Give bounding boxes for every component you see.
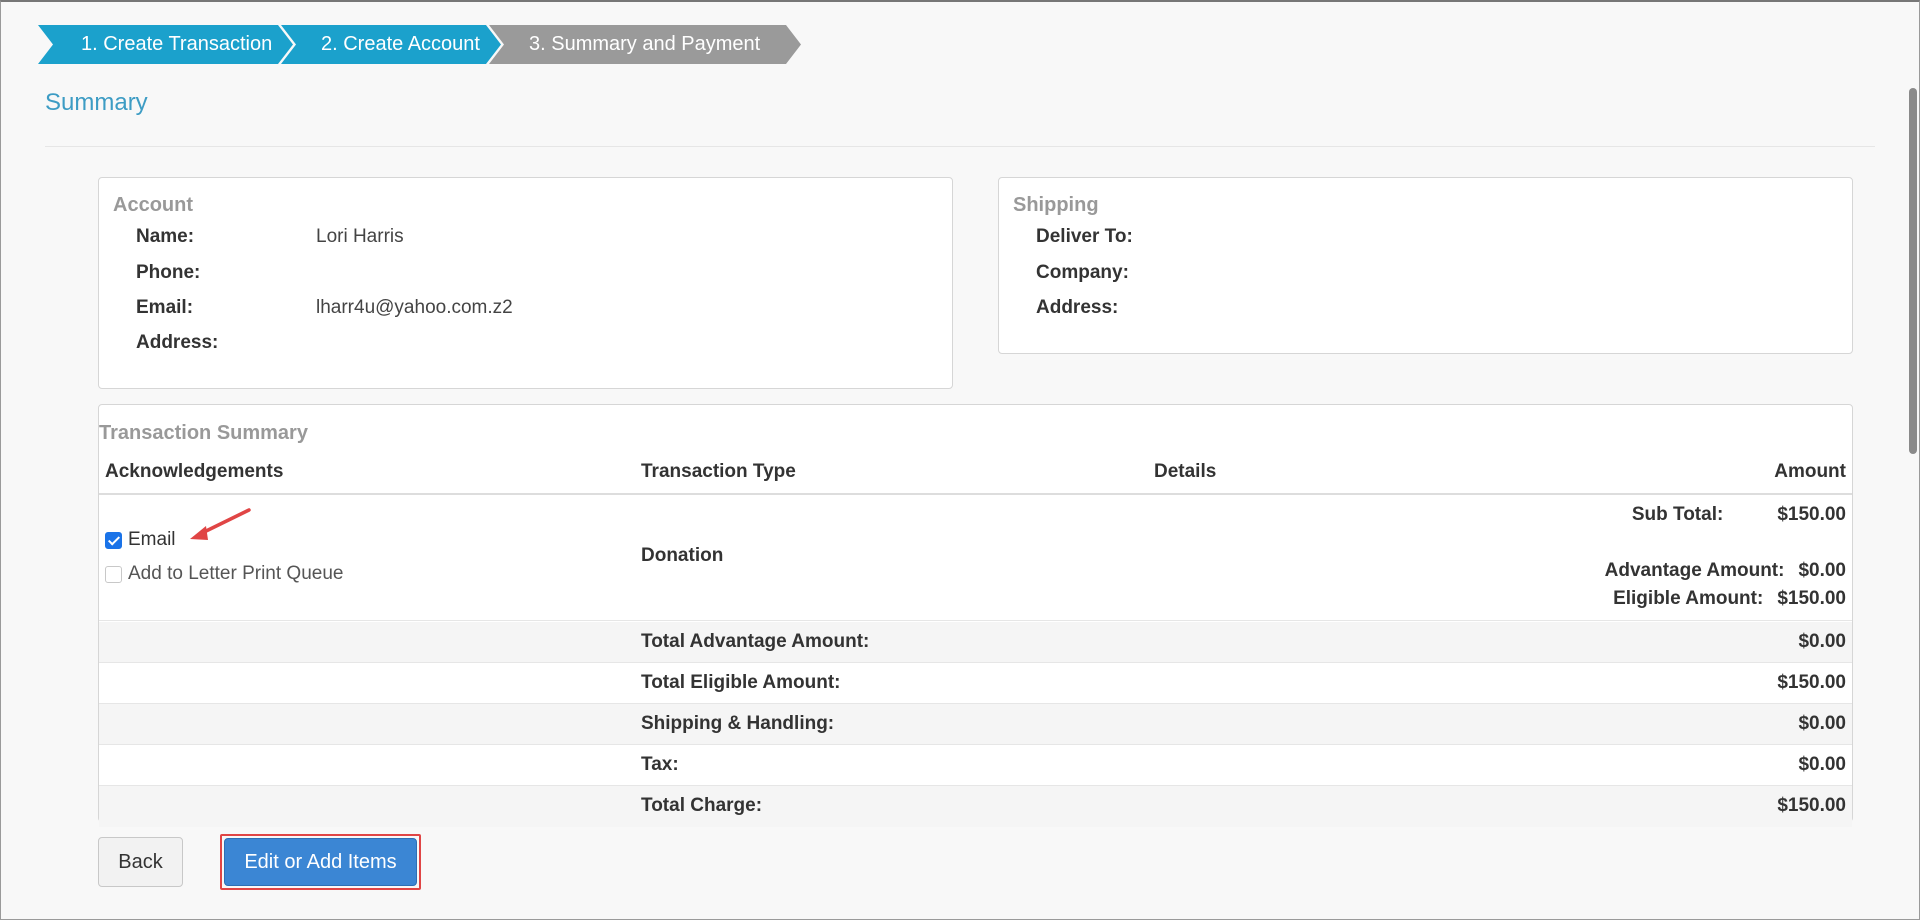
tax-value: $0.00 [1798,754,1846,775]
total-eligible-value: $150.00 [1777,672,1846,693]
vertical-scrollbar[interactable] [1908,80,1918,910]
sub-total-line: Sub Total: $150.00 [1632,504,1846,526]
wizard-step-create-account[interactable]: 2. Create Account [281,25,501,64]
transaction-summary-title: Transaction Summary [99,422,308,444]
column-header-amount: Amount [1774,461,1846,482]
advantage-label: Advantage Amount: [1604,560,1785,581]
account-name-value: Lori Harris [316,226,404,247]
wizard-steps: 1. Create Transaction 2. Create Account … [38,25,801,64]
back-button[interactable]: Back [98,837,183,887]
table-row: Total Eligible Amount: $150.00 [99,663,1852,704]
account-email-value: lharr4u@yahoo.com.z2 [316,297,513,318]
shipping-panel: Shipping Deliver To: Company: Address: [998,177,1853,354]
table-row: Email Add to Letter Print Queue Donation… [99,495,1852,621]
tax-label: Tax: [641,754,679,775]
wizard-step-create-transaction[interactable]: 1. Create Transaction [38,25,293,64]
account-panel: Account Name: Lori Harris Phone: Email: … [98,177,953,389]
account-panel-title: Account [113,194,193,216]
advantage-value: $0.00 [1798,560,1846,581]
ack-letter-label: Add to Letter Print Queue [128,563,344,584]
field-label: Address: [136,332,219,353]
transaction-summary-panel: Transaction Summary Acknowledgements Tra… [98,404,1853,827]
ack-letter-checkbox-line: Add to Letter Print Queue [105,563,343,585]
account-email-row: Email: lharr4u@yahoo.com.z2 [136,297,513,319]
column-header-details: Details [1154,461,1217,482]
shipping-handling-label: Shipping & Handling: [641,713,835,734]
transaction-table-header: Acknowledgements Transaction Type Detail… [99,457,1852,495]
wizard-step-label: 2. Create Account [321,33,480,55]
shipping-address-row: Address: [1036,297,1216,319]
divider [45,146,1875,147]
field-label: Deliver To: [1036,226,1133,247]
scrollbar-thumb[interactable] [1909,88,1917,454]
edit-or-add-items-button[interactable]: Edit or Add Items [224,838,417,886]
email-checkbox[interactable] [105,531,122,549]
letter-queue-checkbox [105,565,122,583]
table-row: Shipping & Handling: $0.00 [99,704,1852,745]
ack-email-label: Email [128,529,176,550]
advantage-line: Advantage Amount: $0.00 [1605,560,1846,582]
total-charge-value: $150.00 [1777,795,1846,816]
field-label: Phone: [136,262,201,283]
wizard-step-label: 1. Create Transaction [81,33,273,55]
account-name-row: Name: Lori Harris [136,226,404,248]
eligible-label: Eligible Amount: [1613,588,1764,609]
field-label: Address: [1036,297,1119,318]
column-header-type: Transaction Type [641,461,796,482]
field-label: Email: [136,297,194,318]
eligible-line: Eligible Amount: $150.00 [1613,588,1846,610]
eligible-value: $150.00 [1777,588,1846,609]
account-address-row: Address: [136,332,316,354]
table-row: Total Charge: $150.00 [99,786,1852,827]
total-eligible-label: Total Eligible Amount: [641,672,841,693]
wizard-step-label: 3. Summary and Payment [529,33,761,55]
total-advantage-label: Total Advantage Amount: [641,631,870,652]
annotation-arrow-icon [190,508,251,540]
table-row: Total Advantage Amount: $0.00 [99,622,1852,663]
shipping-deliver-row: Deliver To: [1036,226,1216,248]
shipping-handling-value: $0.00 [1798,713,1846,734]
account-phone-row: Phone: [136,262,316,284]
field-label: Company: [1036,262,1129,283]
ack-email-checkbox-line[interactable]: Email [105,529,176,551]
transaction-type-value: Donation [641,545,724,566]
total-advantage-value: $0.00 [1798,631,1846,652]
page-title: Summary [45,89,148,116]
total-charge-label: Total Charge: [641,795,763,816]
column-header-acknowledgements: Acknowledgements [105,461,284,482]
field-label: Name: [136,226,195,247]
wizard-step-summary-payment[interactable]: 3. Summary and Payment [489,25,801,64]
shipping-company-row: Company: [1036,262,1216,284]
sub-total-value: $150.00 [1777,504,1846,525]
shipping-panel-title: Shipping [1013,194,1099,216]
table-row: Tax: $0.00 [99,745,1852,786]
sub-total-label: Sub Total: [1631,504,1724,525]
